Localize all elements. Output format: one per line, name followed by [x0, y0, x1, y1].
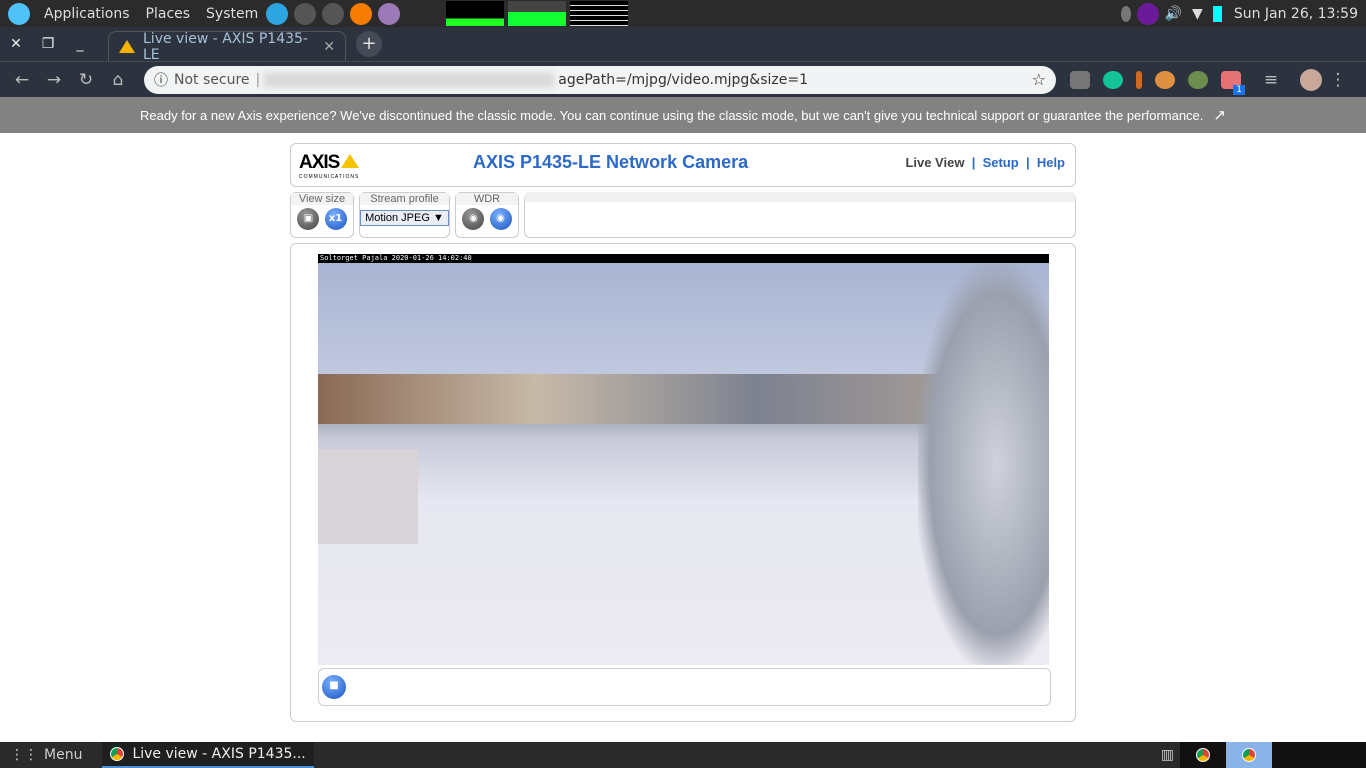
new-tab-button[interactable]: +: [356, 31, 382, 57]
home-icon[interactable]: ⌂: [102, 70, 134, 90]
blurred-url: [264, 72, 555, 87]
extension-cookie-icon[interactable]: [1155, 70, 1175, 89]
frosted-tree: [918, 264, 1049, 665]
stop-stream-button[interactable]: ■: [322, 675, 346, 699]
stream-profile-label: Stream profile: [360, 193, 449, 205]
stream-profile-value: Motion JPEG: [365, 212, 430, 224]
info-icon[interactable]: ⓘ: [154, 70, 168, 90]
memory-graph: [508, 1, 567, 26]
url-text: agePath=/mjpg/video.mjpg&size=1: [558, 71, 808, 88]
grammarly-icon[interactable]: [1103, 70, 1123, 89]
chrome-icon: [1196, 748, 1210, 762]
apps-grid-icon[interactable]: ⋮⋮: [10, 747, 38, 763]
chrome-launcher-active[interactable]: [1226, 742, 1272, 768]
forward-icon[interactable]: →: [38, 70, 70, 90]
axis-logo: AXIS COMMUNICATIONS: [299, 152, 360, 180]
view-size-group: View size ▣ x1: [290, 192, 354, 238]
app-indicator-icon[interactable]: [1136, 2, 1159, 25]
stream-profile-select[interactable]: Motion JPEG ▼: [360, 210, 449, 226]
media-control-icon[interactable]: ≡: [1255, 70, 1287, 90]
workspace-icon[interactable]: ▥: [1161, 747, 1174, 763]
classic-mode-banner: Ready for a new Axis experience? We've d…: [0, 97, 1366, 133]
more-menu-icon[interactable]: ⋮: [1322, 70, 1354, 90]
chrome-icon: [110, 747, 125, 761]
close-window-icon[interactable]: ✕: [0, 27, 32, 61]
browser-toolbar: ← → ↻ ⌂ ⓘ Not secure | agePath=/mjpg/vid…: [0, 61, 1366, 97]
chrome-launcher[interactable]: [1180, 742, 1226, 768]
text-editor-icon[interactable]: [378, 2, 401, 25]
foreground-building: [318, 449, 418, 544]
menu-places[interactable]: Places: [146, 6, 191, 22]
extension-turtle-icon[interactable]: [1188, 70, 1208, 89]
clock[interactable]: Sun Jan 26, 13:59: [1234, 6, 1358, 22]
minimize-window-icon[interactable]: _: [64, 27, 96, 61]
tab-live-view[interactable]: Live view - AXIS P1435-LE ✕: [108, 30, 346, 63]
live-video-stream[interactable]: Soltorget Pajala 2020-01-26 14:02:40: [318, 254, 1049, 665]
view-size-label: View size: [291, 193, 353, 205]
distro-logo-icon[interactable]: [8, 2, 30, 25]
menu-button[interactable]: Menu: [44, 747, 82, 763]
wdr-on-eye-icon[interactable]: ◉: [489, 208, 512, 230]
volume-icon[interactable]: 🔊: [1165, 6, 1182, 22]
tab-title: Live view - AXIS P1435-LE: [143, 30, 308, 63]
extension-icon[interactable]: [1136, 70, 1142, 89]
bookmark-star-icon[interactable]: ☆: [1032, 70, 1046, 89]
menu-system[interactable]: System: [206, 6, 258, 22]
atom-icon[interactable]: [322, 2, 345, 25]
battery-icon[interactable]: [1212, 5, 1222, 22]
fit-view-icon[interactable]: ▣: [297, 208, 320, 230]
telegram-icon[interactable]: [266, 2, 289, 25]
wdr-label: WDR: [456, 193, 518, 205]
video-overlay-text: Soltorget Pajala 2020-01-26 14:02:40: [318, 254, 1049, 263]
chrome-icon: [1242, 748, 1256, 762]
extra-controls-panel: [524, 192, 1076, 238]
view-size-x1-button[interactable]: x1: [324, 208, 347, 230]
external-link-icon[interactable]: ↗: [1213, 106, 1226, 124]
address-bar[interactable]: ⓘ Not secure | agePath=/mjpg/video.mjpg&…: [144, 65, 1056, 94]
menu-applications[interactable]: Applications: [44, 6, 130, 22]
firefox-icon[interactable]: [350, 2, 373, 25]
bottom-taskbar: ⋮⋮ Menu Live view - AXIS P1435... ▥: [0, 742, 1366, 768]
extension-badge: 1: [1233, 84, 1245, 95]
video-controls-bar: ■: [318, 668, 1051, 706]
wdr-group: WDR ◉ ◉: [455, 192, 519, 238]
wdr-off-eye-icon[interactable]: ◉: [462, 208, 485, 230]
bluetooth-icon[interactable]: [1120, 5, 1131, 22]
page-title: AXIS P1435-LE Network Camera: [473, 152, 749, 172]
nav-setup[interactable]: Setup: [983, 155, 1019, 170]
nav-live-view[interactable]: Live View: [905, 155, 964, 170]
taskbar-window-title: Live view - AXIS P1435...: [132, 746, 306, 762]
back-icon[interactable]: ←: [6, 70, 38, 90]
taskbar-window-item[interactable]: Live view - AXIS P1435...: [102, 742, 314, 768]
cpu-graph: [446, 1, 505, 26]
reload-icon[interactable]: ↻: [70, 70, 102, 90]
banner-text: Ready for a new Axis experience? We've d…: [140, 107, 1204, 123]
security-label: Not secure: [174, 71, 250, 88]
system-top-panel: Applications Places System 🔊 ▼ Sun Jan 2…: [0, 0, 1366, 27]
profile-avatar[interactable]: [1300, 68, 1322, 91]
browser-tab-bar: ✕ ❐ _ Live view - AXIS P1435-LE ✕ +: [0, 27, 1366, 63]
wifi-icon[interactable]: ▼: [1192, 6, 1203, 22]
close-tab-icon[interactable]: ✕: [323, 39, 335, 55]
camera-nav: Live View | Setup | Help: [905, 155, 1065, 170]
camera-header: AXIS COMMUNICATIONS AXIS P1435-LE Network…: [290, 143, 1076, 187]
axis-favicon-icon: [119, 40, 135, 53]
nav-help[interactable]: Help: [1037, 155, 1065, 170]
extension-tb-icon[interactable]: [1070, 70, 1090, 89]
tray-empty: [1272, 742, 1366, 768]
network-graph: [570, 1, 629, 26]
stream-profile-group: Stream profile Motion JPEG ▼: [359, 192, 450, 238]
terminal-icon[interactable]: [294, 2, 317, 25]
restore-window-icon[interactable]: ❐: [32, 27, 64, 61]
extension-cast-icon[interactable]: 1: [1221, 70, 1245, 95]
